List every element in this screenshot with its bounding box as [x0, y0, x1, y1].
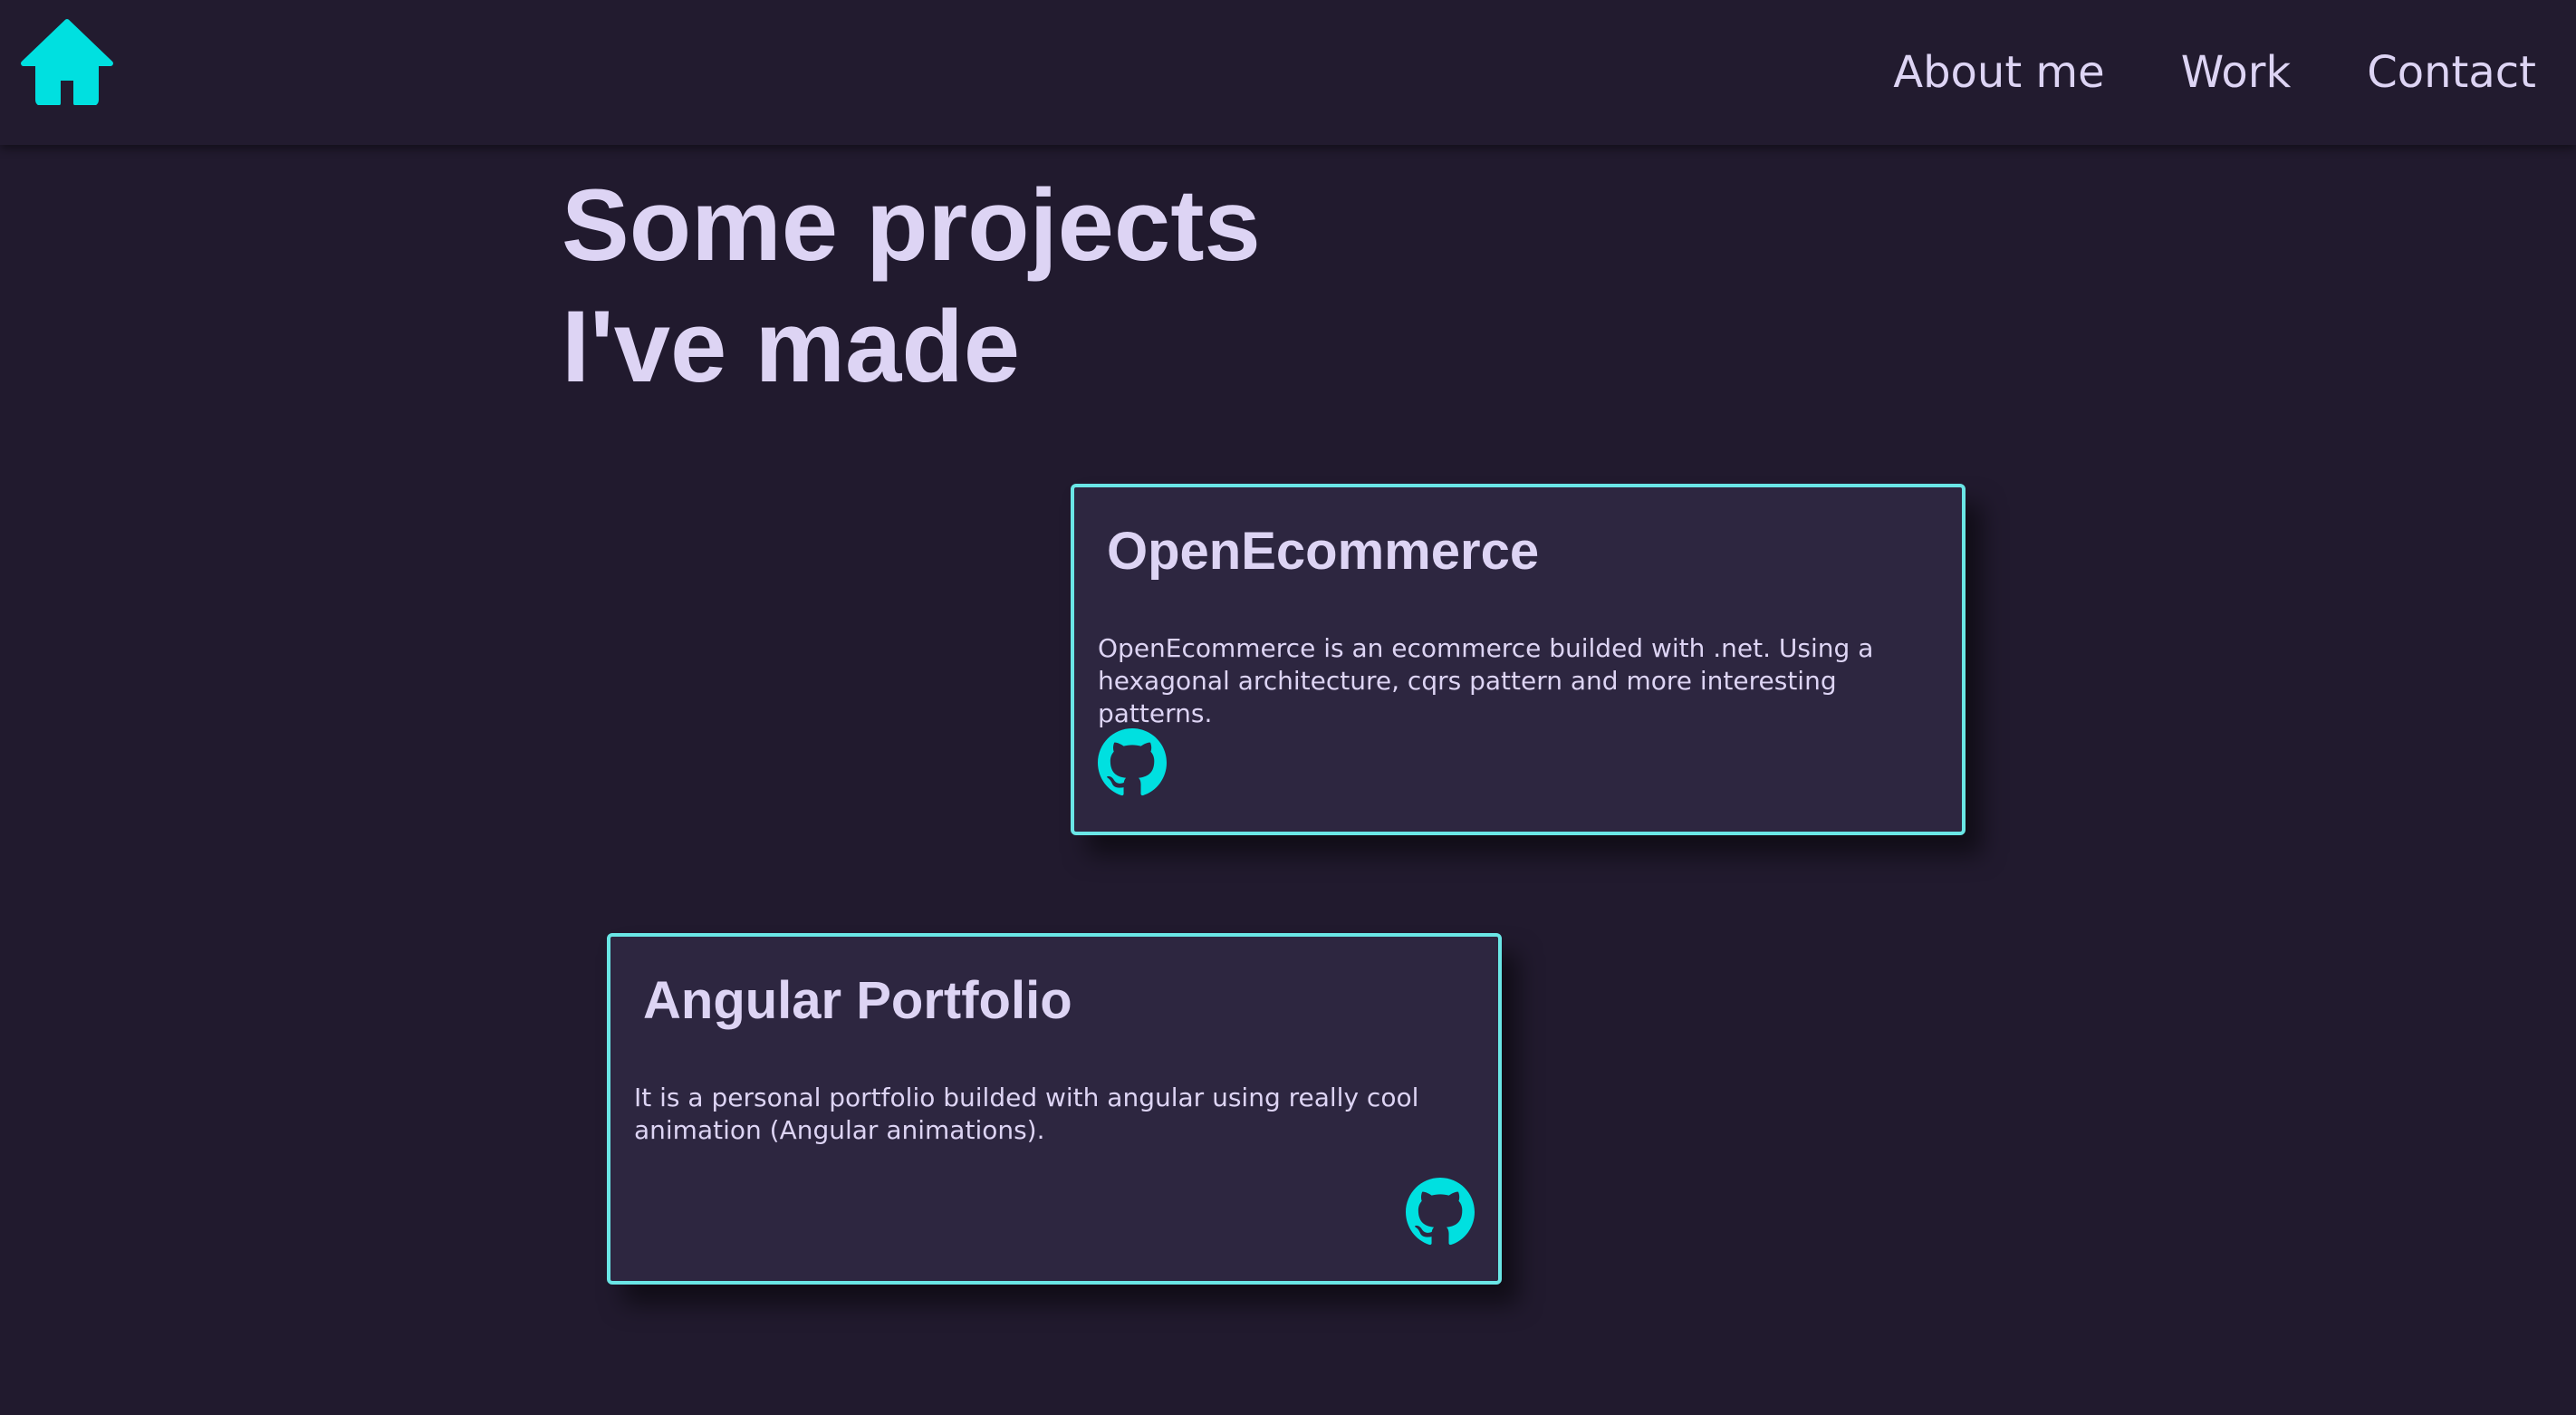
project-card-angular-portfolio: Angular Portfolio It is a personal portf… [607, 933, 1502, 1285]
nav-links: About me Work Contact [1893, 40, 2536, 105]
github-link[interactable] [1098, 728, 1167, 797]
home-button[interactable] [20, 18, 114, 105]
nav-link-work[interactable]: Work [2181, 40, 2292, 105]
project-description: OpenEcommerce is an ecommerce builded wi… [1098, 633, 1874, 728]
navbar: About me Work Contact [0, 0, 2576, 145]
nav-link-about-me[interactable]: About me [1893, 40, 2104, 105]
home-icon [21, 19, 113, 105]
nav-link-contact[interactable]: Contact [2367, 40, 2536, 105]
page-title-line-2: I've made [562, 290, 1021, 403]
page-title-line-1: Some projects [562, 168, 1261, 282]
github-link[interactable] [1406, 1178, 1475, 1247]
project-card-openecommerce: OpenEcommerce OpenEcommerce is an ecomme… [1071, 484, 1966, 835]
github-icon [1098, 728, 1167, 796]
page-title: Some projects I've made [562, 165, 1377, 408]
project-description: It is a personal portfolio builded with … [634, 1083, 1419, 1145]
project-title: OpenEcommerce [1107, 522, 1540, 581]
project-title: Angular Portfolio [643, 971, 1072, 1030]
github-icon [1406, 1178, 1475, 1246]
